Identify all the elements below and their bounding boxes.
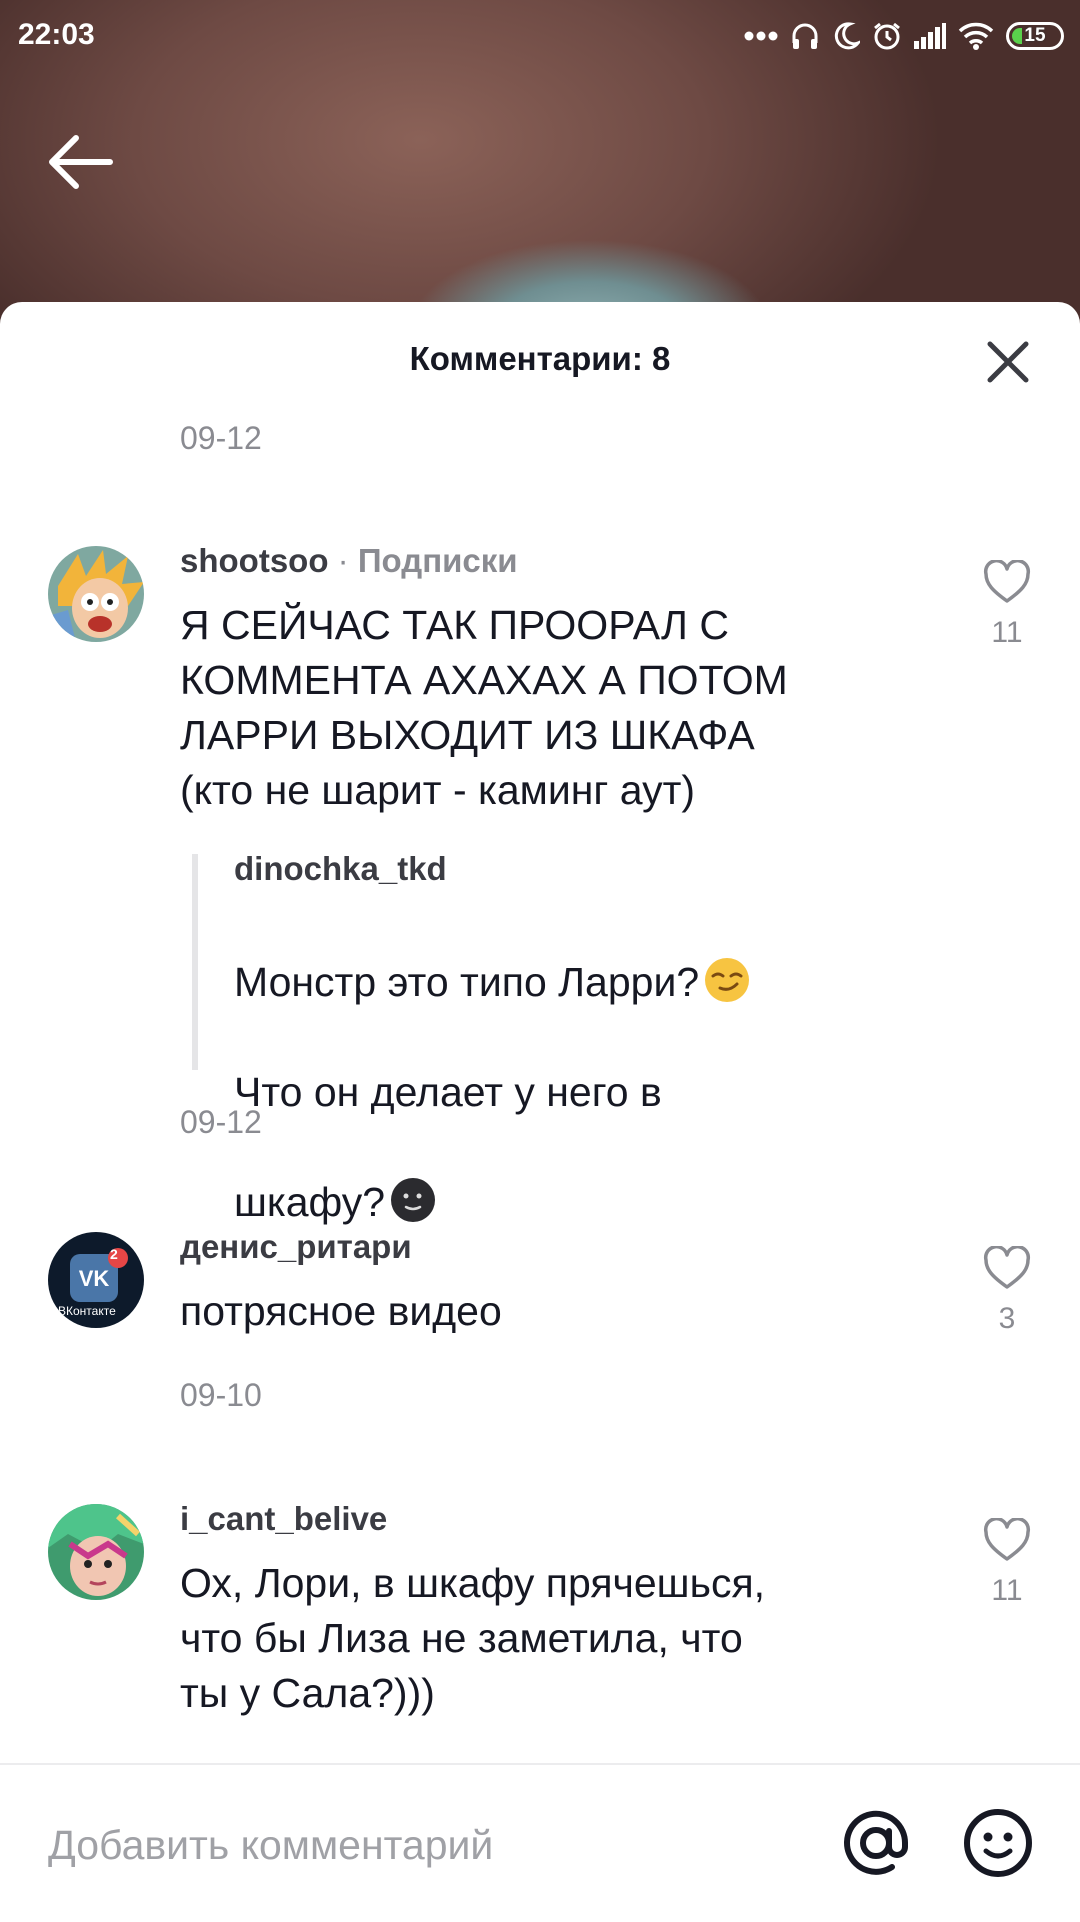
comment-input[interactable]	[48, 1815, 808, 1875]
avatar[interactable]: VK 2 ВКонтакте	[48, 1232, 144, 1328]
status-icons: 15	[744, 16, 1064, 56]
comment-username[interactable]: i_cant_belive	[180, 1500, 387, 1538]
reply-username[interactable]: dinochka_tkd	[234, 850, 447, 888]
like-count: 11	[991, 1574, 1023, 1607]
reply-text: Монстр это типо Ларри? Что он делает у н…	[234, 900, 874, 1230]
more-dots-icon	[744, 31, 778, 41]
comment-username[interactable]: денис_ритари	[180, 1228, 412, 1266]
avatar-cartoon-icon	[48, 546, 144, 642]
comment-date: 09-12	[180, 1104, 262, 1140]
reply-line-1: Монстр это типо Ларри?	[234, 959, 700, 1005]
heart-icon[interactable]	[983, 560, 1031, 604]
reply-divider	[192, 854, 198, 1070]
avatar[interactable]	[48, 1504, 144, 1600]
smirk-emoji-icon	[705, 958, 750, 1002]
username-text: денис_ритари	[180, 1228, 412, 1265]
avatar[interactable]	[48, 546, 144, 642]
like-count: 11	[991, 616, 1023, 649]
comments-sheet: Комментарии: 8 09-12 shootsoo · Подписки…	[0, 302, 1080, 1920]
heart-icon[interactable]	[983, 1518, 1031, 1562]
svg-text:VK: VK	[79, 1266, 110, 1291]
comment-input-bar	[0, 1763, 1080, 1922]
like-button[interactable]: 3	[972, 1246, 1042, 1336]
like-count: 3	[998, 1302, 1016, 1335]
like-button[interactable]: 11	[972, 560, 1042, 650]
heart-icon[interactable]	[983, 1246, 1031, 1290]
comment-text: потрясное видео	[180, 1288, 502, 1334]
alarm-icon	[874, 22, 900, 50]
emoji-smile-icon[interactable]	[962, 1807, 1034, 1879]
status-time: 22:03	[18, 18, 95, 51]
like-button[interactable]: 11	[972, 1518, 1042, 1608]
at-mention-icon[interactable]	[840, 1807, 912, 1879]
vk-badge-count: 2	[110, 1246, 118, 1262]
moon-icon	[834, 22, 860, 50]
username-separator: ·	[337, 542, 349, 579]
status-bar: 22:03 15	[0, 0, 1080, 74]
comments-title: Комментарии: 8	[409, 340, 671, 377]
new-moon-face-emoji-icon	[391, 1178, 436, 1222]
reply-line-2: Что он делает у него в	[234, 1069, 662, 1115]
vk-label: ВКонтакте	[58, 1304, 116, 1318]
back-arrow-icon[interactable]	[46, 130, 116, 194]
comment-text: Ох, Лори, в шкафу прячешься, что бы Лиза…	[180, 1560, 766, 1716]
close-icon[interactable]	[986, 340, 1030, 384]
comment-username[interactable]: shootsoo · Подписки	[180, 542, 518, 580]
username-text: i_cant_belive	[180, 1500, 388, 1537]
wifi-icon	[958, 22, 994, 50]
battery-level: 15	[1024, 25, 1046, 46]
username-text: shootsoo	[180, 542, 329, 579]
reply-line-3: шкафу?	[234, 1179, 386, 1225]
comment-date: 09-10	[180, 1377, 262, 1413]
battery-icon: 15	[1006, 22, 1064, 50]
comment-text: Я СЕЙЧАС ТАК ПРООРАЛ С КОММЕНТА АХАХАХ А…	[180, 602, 788, 813]
headphones-icon	[792, 23, 818, 49]
signal-icon	[914, 23, 946, 49]
following-tag: Подписки	[357, 542, 518, 579]
comment-date: 09-12	[180, 420, 262, 456]
avatar-drawing-icon	[48, 1504, 144, 1600]
